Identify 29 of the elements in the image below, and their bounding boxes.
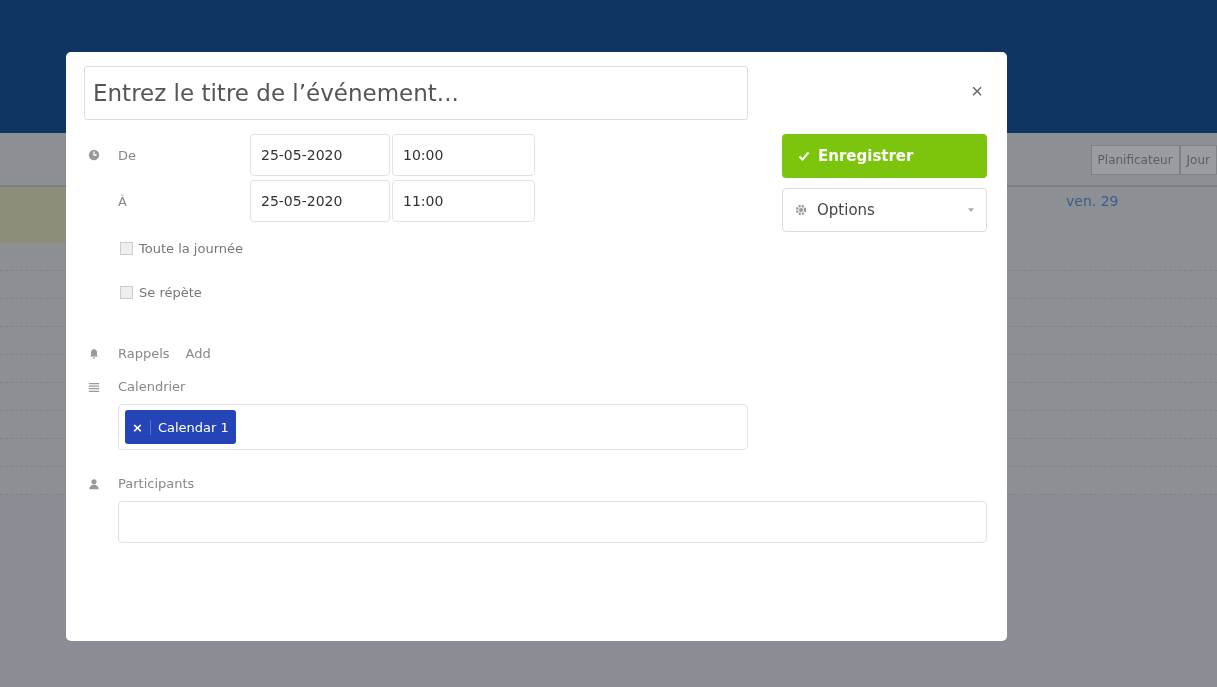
remove-tag-button[interactable]: × <box>125 419 151 435</box>
participants-label: Participants <box>118 476 195 491</box>
checkbox[interactable] <box>120 241 133 255</box>
start-time-field[interactable]: 10:00 <box>392 134 535 176</box>
checkbox-label: Se répète <box>139 284 202 300</box>
end-time-field[interactable]: 11:00 <box>392 180 535 222</box>
person-icon <box>88 477 100 490</box>
from-label: De <box>118 147 137 163</box>
end-date-field[interactable]: 25-05-2020 <box>250 180 390 222</box>
start-date-field[interactable]: 25-05-2020 <box>250 134 390 176</box>
options-button[interactable]: Options <box>782 188 987 232</box>
calendar-tag: × Calendar 1 <box>125 410 236 444</box>
clock-icon <box>88 149 100 161</box>
close-button[interactable]: × <box>971 78 983 104</box>
list-icon <box>88 380 100 393</box>
add-reminder-link[interactable]: Add <box>185 346 211 361</box>
checkbox-label: Toute la journée <box>139 240 244 256</box>
calendar-field[interactable]: × Calendar 1 <box>118 404 748 450</box>
reminders-label: Rappels <box>118 346 170 361</box>
gear-icon <box>795 204 807 216</box>
to-label: À <box>118 193 128 209</box>
checkbox[interactable] <box>120 285 133 299</box>
day-header: ven. 29 <box>1066 193 1119 209</box>
check-icon <box>798 150 810 162</box>
calendar-label: Calendrier <box>118 379 186 394</box>
bell-icon <box>88 347 100 360</box>
event-title-field[interactable]: Entrez le titre de l’événement... <box>84 66 748 120</box>
caret-icon <box>968 208 974 212</box>
participants-field[interactable] <box>118 501 987 543</box>
